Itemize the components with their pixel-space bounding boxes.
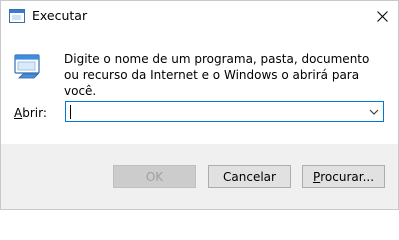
browse-button-mnemonic: P	[312, 169, 321, 184]
cancel-button[interactable]: Cancelar	[208, 165, 291, 188]
dialog-body: Digite o nome de um programa, pasta, doc…	[1, 31, 398, 144]
run-dialog-icon	[14, 54, 40, 79]
open-label: Abrir:	[14, 106, 47, 120]
close-button[interactable]	[366, 1, 398, 31]
window-title: Executar	[32, 8, 88, 23]
title-bar: Executar	[1, 1, 398, 31]
run-dialog: Executar Digite o nome de um programa, p…	[0, 0, 399, 210]
text-caret	[70, 105, 71, 119]
open-label-text: brir:	[22, 106, 47, 120]
chevron-down-icon[interactable]	[368, 106, 380, 118]
close-icon	[376, 10, 388, 22]
browse-button-label: rocurar...	[320, 169, 375, 184]
run-app-icon	[9, 9, 25, 23]
open-label-mnemonic: A	[14, 106, 23, 120]
browse-button[interactable]: Procurar...	[302, 165, 385, 188]
open-combobox[interactable]	[65, 101, 384, 122]
button-bar: OK Cancelar Procurar...	[1, 144, 398, 209]
ok-button[interactable]: OK	[113, 165, 196, 188]
instruction-text: Digite o nome de um programa, pasta, doc…	[64, 52, 370, 98]
